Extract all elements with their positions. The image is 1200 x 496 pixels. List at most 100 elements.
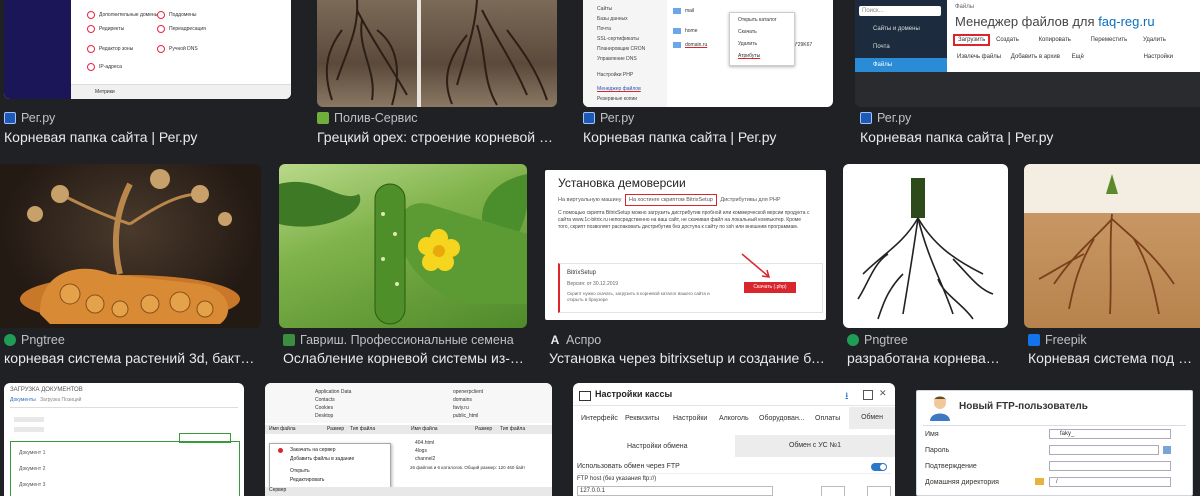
aspro-icon: A xyxy=(550,333,560,347)
source-name: Аспро xyxy=(566,333,602,347)
result-title[interactable]: разработана корневая ... xyxy=(847,350,1007,366)
result-source[interactable]: A Аспро xyxy=(549,333,602,347)
poliv-icon xyxy=(317,112,329,124)
thumbnail-image[interactable]: Новый FTP-пользователь Имя faky_ Пароль … xyxy=(916,390,1193,496)
host-input: 127.0.0.1 xyxy=(577,486,773,496)
upload-button: Загрузить xyxy=(953,34,991,46)
thumbnail-image[interactable] xyxy=(279,164,527,328)
menu-item: Планировщик CRON xyxy=(597,46,646,52)
context-item: Закачать на сервер xyxy=(290,447,336,453)
tab: Загрузка Позиций xyxy=(39,397,82,403)
tab: Документы xyxy=(10,397,36,403)
download-icon: ⭳ xyxy=(845,391,849,402)
source-name: Pngtree xyxy=(21,333,65,347)
home-dir-input: / xyxy=(1049,477,1171,487)
thumbnail-image[interactable] xyxy=(843,164,1008,328)
result-title[interactable]: Ослабление корневой системы из-за ... xyxy=(283,350,527,366)
source-name: Рег.ру xyxy=(877,111,912,125)
metrics-label: Метрики xyxy=(95,89,115,95)
context-menu: Открыть каталог Скачать Удалить Атрибуты xyxy=(729,12,795,66)
tab: На виртуальную машину xyxy=(558,197,622,203)
thumbnail-image[interactable]: Поиск... Сайты и домены Почта Файлы Файл… xyxy=(855,0,1200,107)
menu-item: Настройки PHP xyxy=(597,72,634,78)
tab: Оборудован... xyxy=(759,415,805,422)
thumbnail-image[interactable] xyxy=(0,164,261,328)
result-source[interactable]: Полив-Сервис xyxy=(317,111,418,125)
window-title: Настройки кассы xyxy=(595,389,673,399)
folder-name: home xyxy=(685,28,698,34)
thumbnail-image[interactable] xyxy=(317,0,557,107)
roots-photo xyxy=(325,0,548,107)
pngtree-icon xyxy=(4,334,16,346)
tree-item: Contacts xyxy=(315,397,335,403)
search-input: Поиск... xyxy=(859,6,941,16)
result-title[interactable]: Грецкий орех: строение корневой сис... xyxy=(317,129,557,145)
reg-icon xyxy=(583,112,595,124)
ftp-toggle-label: Использовать обмен через FTP xyxy=(577,463,680,470)
dialog-title: Новый FTP-пользователь xyxy=(959,401,1088,412)
result-title[interactable]: Установка через bitrixsetup и создание б… xyxy=(549,350,827,366)
context-item: Удалить xyxy=(738,41,758,47)
thumbnail-image[interactable]: Установка демоверсии На виртуальную маши… xyxy=(545,170,826,320)
source-name: Freepik xyxy=(1045,333,1087,347)
field-label: Подтверждение xyxy=(925,463,977,470)
close-icon: ✕ xyxy=(879,388,887,398)
toolbar-button: Извлечь файлы xyxy=(957,54,1002,60)
context-item: Добавить файлы в задание xyxy=(290,456,355,462)
queue-header: Сервер xyxy=(265,487,552,496)
tab: Алкоголь xyxy=(719,415,749,422)
host-label: FTP host (без указания ftp://) xyxy=(577,476,657,482)
key-icon xyxy=(1163,446,1171,454)
toolbar-button: Добавить в архив xyxy=(1010,54,1060,60)
source-name: Рег.ру xyxy=(600,111,635,125)
result-source[interactable]: Pngtree xyxy=(4,333,65,347)
source-name: Полив-Сервис xyxy=(334,111,418,125)
thumbnail-image[interactable]: Сайты Базы данных Почта SSL-сертификаты … xyxy=(583,0,833,107)
folder-name: domain.ru xyxy=(685,42,708,48)
side-nav: Поиск... Сайты и домены Почта Файлы xyxy=(855,0,947,72)
thumbnail-image[interactable]: Дополнительные домены Поддомены Редирект… xyxy=(4,0,291,99)
user-icon xyxy=(930,396,950,421)
result-title[interactable]: корневая система растений 3d, бактери... xyxy=(4,350,262,366)
sidebar-dark xyxy=(4,0,71,99)
tab-active: Обмен xyxy=(849,407,895,429)
column-header: Имя файла xyxy=(269,426,296,432)
tree-item: faviy.ru xyxy=(453,405,469,411)
result-title[interactable]: Корневая папка сайта | Рег.ру xyxy=(583,129,833,145)
tree-item: Cookies xyxy=(315,405,334,411)
result-source[interactable]: Freepik xyxy=(1028,333,1087,347)
result-source[interactable]: Гавриш. Профессиональные семена xyxy=(283,333,514,347)
result-title[interactable]: Корневая папка сайта | Рег.ру xyxy=(4,129,291,145)
folder-name: mail xyxy=(685,8,695,14)
pngtree-icon xyxy=(847,334,859,346)
menu-item-active: Менеджер файлов xyxy=(597,86,641,92)
bitrixsetup-box: BitrixSetup Версия: от 30.12.2019 Скрипт… xyxy=(558,253,823,313)
column-header: Тип файла xyxy=(500,426,526,432)
menu-item: Поддомены xyxy=(169,12,197,18)
thumbnail-image[interactable]: ЗАГРУЗКА ДОКУМЕНТОВ Документы Загрузка П… xyxy=(4,383,244,496)
document-row: Документ 2 xyxy=(19,466,46,472)
menu-item: Ручной DNS xyxy=(169,46,198,52)
confirm-input xyxy=(1049,461,1171,471)
result-title[interactable]: Корневая папка сайта | Рег.ру xyxy=(860,129,1195,145)
ftp-toggle xyxy=(871,463,887,471)
tab: Оплаты xyxy=(815,415,841,422)
source-name: Рег.ру xyxy=(21,111,56,125)
nav-item: Сайты и домены xyxy=(873,26,920,32)
box-title: BitrixSetup xyxy=(567,270,597,276)
result-source[interactable]: Pngtree xyxy=(847,333,908,347)
result-source[interactable]: Рег.ру xyxy=(583,111,634,125)
soil-root-illustration xyxy=(1038,174,1175,315)
toolbar-button: Настройки xyxy=(1143,54,1174,60)
context-item: Открыть xyxy=(290,468,310,474)
context-item: Скачать xyxy=(738,29,757,35)
field-label: Пароль xyxy=(925,447,950,454)
result-title[interactable]: Корневая система под зе... xyxy=(1028,350,1198,366)
thumbnail-image[interactable] xyxy=(1024,164,1200,328)
thumbnail-image[interactable]: Application Data Contacts Cookies Deskto… xyxy=(265,383,552,496)
tab: Настройки xyxy=(673,415,708,422)
result-source[interactable]: Рег.ру xyxy=(4,111,55,125)
thumbnail-image[interactable]: Настройки кассы ⭳ ✕ Интерфейс Реквизиты … xyxy=(573,383,895,496)
tree-item: Application Data xyxy=(315,389,352,395)
result-source[interactable]: Рег.ру xyxy=(860,111,911,125)
